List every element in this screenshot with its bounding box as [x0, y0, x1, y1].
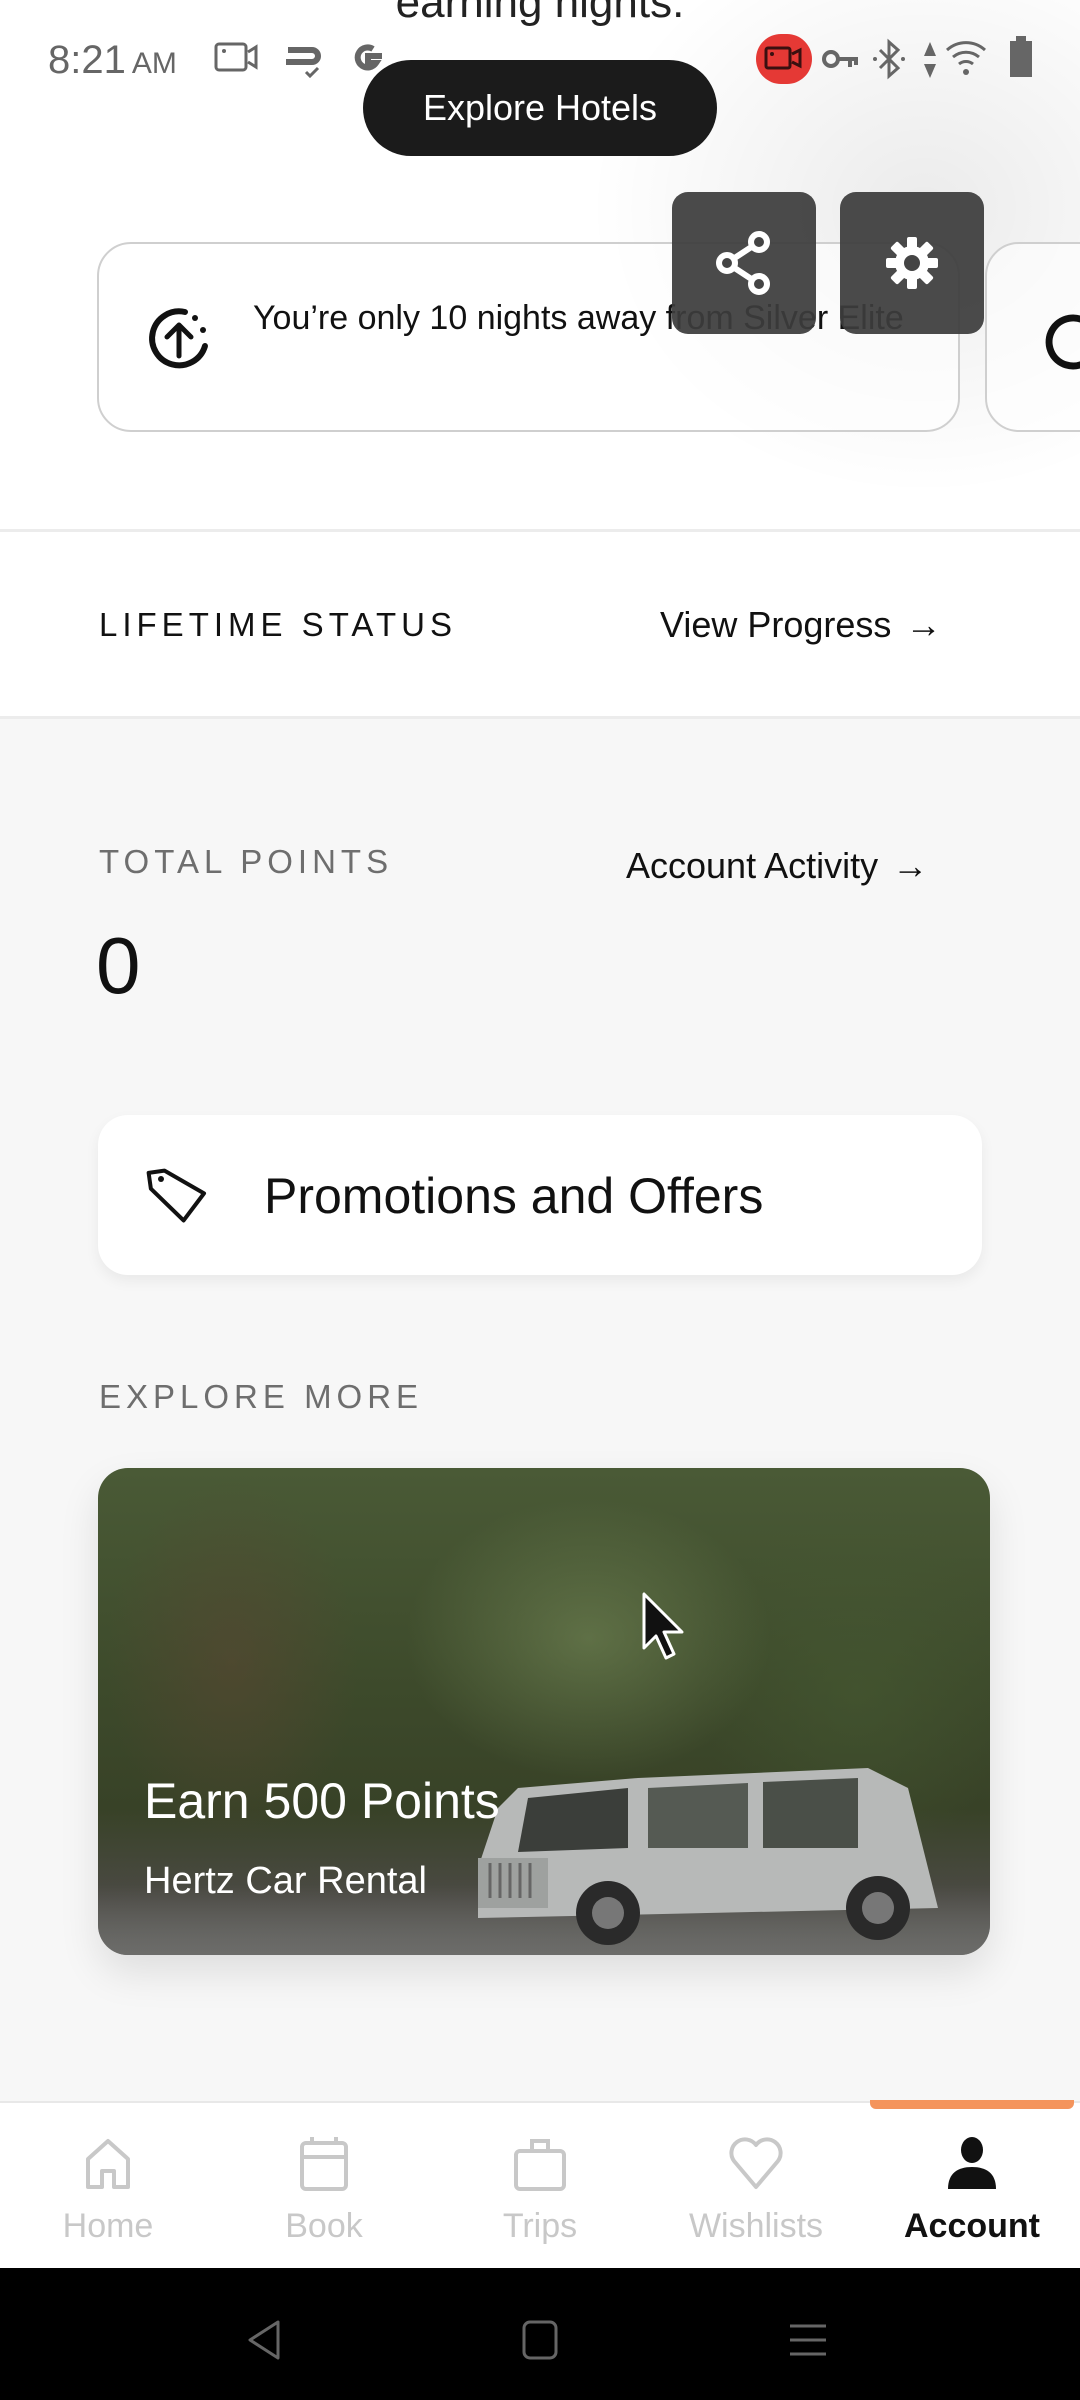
- share-icon: [716, 231, 770, 295]
- jeep-image: [478, 1768, 938, 1945]
- account-activity-link[interactable]: Account Activity →: [626, 845, 928, 887]
- nav-item-wishlists[interactable]: Wishlists: [648, 2133, 864, 2253]
- section-divider: [0, 716, 1080, 719]
- hertz-card-title: Earn 500 Points: [144, 1773, 500, 1829]
- home-square-icon[interactable]: [520, 2318, 560, 2362]
- home-icon: [86, 2139, 130, 2189]
- total-points-value: 0: [96, 921, 141, 1010]
- promotions-offers-button[interactable]: Promotions and Offers: [98, 1115, 982, 1275]
- active-tab-indicator: [870, 2100, 1074, 2109]
- gear-icon: [886, 237, 938, 289]
- total-points-label: TOTAL POINTS: [99, 843, 394, 880]
- bottom-nav: Home Book Trips Wishlists Account: [0, 2101, 1080, 2268]
- hertz-card-subtitle: Hertz Car Rental: [144, 1860, 427, 1902]
- scrolled-heading-text: earning nights.: [395, 0, 685, 27]
- heart-icon: [729, 2137, 783, 2189]
- explore-hotels-button[interactable]: Explore Hotels: [363, 60, 717, 156]
- bluetooth-icon: [873, 38, 905, 80]
- recording-badge-icon: [764, 46, 802, 70]
- status-time: 8:21 AM: [48, 38, 177, 83]
- nav-item-home[interactable]: Home: [0, 2133, 216, 2253]
- arrow-right-icon: →: [892, 845, 929, 886]
- data-arrows-icon: [924, 42, 936, 78]
- status-time-ampm: AM: [131, 47, 177, 80]
- explore-more-label: EXPLORE MORE: [99, 1378, 424, 1415]
- nav-item-trips[interactable]: Trips: [432, 2133, 648, 2253]
- nav-label-trips: Trips: [502, 2207, 578, 2245]
- nav-item-account[interactable]: Account: [864, 2133, 1080, 2253]
- nav-label-home: Home: [62, 2207, 154, 2245]
- back-icon[interactable]: [244, 2318, 284, 2362]
- recording-badge: [756, 34, 812, 84]
- tag-icon: [146, 1168, 207, 1223]
- person-icon: [948, 2137, 996, 2189]
- wifi-icon: [945, 41, 987, 75]
- lifetime-status-label: LIFETIME STATUS: [99, 606, 457, 643]
- settings-button[interactable]: [840, 192, 984, 334]
- mouse-cursor-icon: [642, 1592, 684, 1660]
- share-button[interactable]: [672, 192, 816, 334]
- nav-label-wishlists: Wishlists: [688, 2207, 824, 2245]
- recents-icon[interactable]: [788, 2320, 828, 2360]
- refresh-icon: [1045, 314, 1080, 370]
- transfer-icon: [286, 47, 321, 78]
- account-activity-label: Account Activity: [626, 845, 879, 886]
- upgrade-progress-icon: [149, 308, 208, 369]
- arrow-right-icon: →: [905, 604, 942, 645]
- screen-record-icon: [214, 42, 258, 72]
- calendar-icon: [300, 2137, 348, 2191]
- nav-label-book: Book: [285, 2207, 363, 2245]
- status-nudge-text: You’re only 10 nights away from Silver E…: [253, 299, 904, 337]
- nav-item-book[interactable]: Book: [216, 2133, 432, 2253]
- suitcase-icon: [514, 2139, 566, 2191]
- nav-label-account: Account: [904, 2207, 1040, 2245]
- view-progress-label: View Progress: [660, 604, 892, 645]
- battery-icon: [1010, 36, 1032, 77]
- next-carousel-card[interactable]: [985, 242, 1080, 432]
- status-time-value: 8:21: [48, 38, 126, 82]
- vpn-key-icon: [822, 50, 858, 68]
- hertz-promo-card[interactable]: Earn 500 Points Hertz Car Rental: [98, 1468, 990, 1955]
- promotions-offers-label: Promotions and Offers: [264, 1168, 764, 1224]
- status-nudge-card[interactable]: You’re only 10 nights away from Silver E…: [97, 242, 960, 432]
- system-nav-bar: [0, 2268, 1080, 2400]
- view-progress-link[interactable]: View Progress →: [660, 604, 941, 646]
